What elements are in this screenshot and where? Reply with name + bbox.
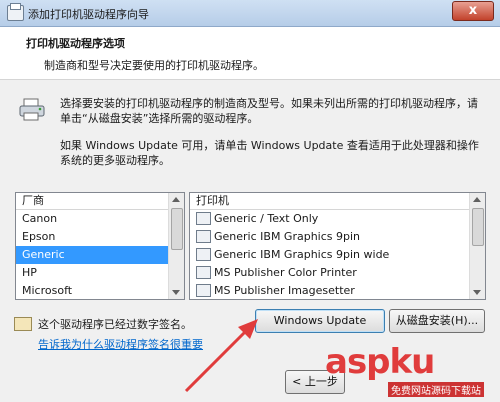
annotation-arrow-icon (184, 319, 258, 393)
manufacturer-item-selected[interactable]: Generic (16, 246, 184, 264)
manufacturer-item[interactable]: Canon (16, 210, 184, 228)
printer-item-label: Generic / Text Only (214, 212, 319, 225)
windows-update-description: 如果 Windows Update 可用，请单击 Windows Update … (60, 139, 479, 167)
manufacturer-scrollbar[interactable] (168, 193, 184, 299)
printer-item[interactable]: Generic IBM Graphics 9pin (190, 228, 485, 246)
page-subtitle: 制造商和型号决定要使用的打印机驱动程序。 (44, 59, 264, 72)
printer-item[interactable]: Generic / Text Only (190, 210, 485, 228)
watermark-caption: 免费网站源码下载站 (388, 382, 484, 397)
printer-item[interactable]: Generic IBM Graphics 9pin wide (190, 246, 485, 264)
windows-update-button[interactable]: Windows Update (255, 309, 385, 333)
manufacturer-column-header[interactable]: 厂商 (16, 193, 184, 210)
close-button[interactable]: x (452, 1, 494, 21)
printer-wizard-icon (7, 3, 24, 21)
watermark-logo: aspku (325, 342, 435, 382)
wizard-content: 选择要安装的打印机驱动程序的制造商及型号。如果未列出所需的打印机驱动程序，请单击… (0, 80, 500, 402)
window-title: 添加打印机驱动程序向导 (28, 8, 149, 21)
printer-driver-icon (196, 211, 211, 225)
digital-signature-icon (14, 317, 32, 331)
printer-item[interactable]: MS Publisher Color Printer (190, 264, 485, 282)
printer-driver-icon (196, 229, 211, 243)
manufacturer-listbox[interactable]: 厂商 Canon Epson Generic HP Microsoft (15, 192, 185, 300)
signature-importance-link[interactable]: 告诉我为什么驱动程序签名很重要 (38, 336, 203, 352)
description-text: 选择要安装的打印机驱动程序的制造商及型号。如果未列出所需的打印机驱动程序，请单击… (60, 97, 478, 125)
printer-driver-icon (196, 283, 211, 297)
page-title: 打印机驱动程序选项 (26, 37, 125, 50)
printer-driver-icon (196, 265, 211, 279)
printer-item-label: Generic IBM Graphics 9pin (214, 230, 361, 243)
printer-icon (19, 98, 45, 121)
have-disk-button[interactable]: 从磁盘安装(H)... (389, 309, 485, 333)
title-bar: 添加打印机驱动程序向导 x (0, 0, 500, 27)
printer-driver-icon (196, 247, 211, 261)
printer-item-label: MS Publisher Color Printer (214, 266, 357, 279)
manufacturer-item[interactable]: Epson (16, 228, 184, 246)
printer-scrollbar[interactable] (469, 193, 485, 299)
scroll-up-arrow-icon[interactable] (172, 197, 180, 202)
scroll-thumb[interactable] (472, 208, 484, 246)
scroll-thumb[interactable] (171, 208, 183, 250)
printer-listbox[interactable]: 打印机 Generic / Text Only Generic IBM Grap… (189, 192, 486, 300)
manufacturer-item[interactable]: Microsoft (16, 282, 184, 300)
wizard-header: 打印机驱动程序选项 制造商和型号决定要使用的打印机驱动程序。 (0, 27, 500, 80)
printer-item-label: MS Publisher Imagesetter (214, 284, 355, 297)
scroll-down-arrow-icon[interactable] (172, 290, 180, 295)
scroll-down-arrow-icon[interactable] (473, 290, 481, 295)
signature-status-text: 这个驱动程序已经过数字签名。 (38, 318, 192, 331)
printer-item[interactable]: MS Publisher Imagesetter (190, 282, 485, 300)
scroll-up-arrow-icon[interactable] (473, 197, 481, 202)
printer-item-label: Generic IBM Graphics 9pin wide (214, 248, 390, 261)
printer-column-header[interactable]: 打印机 (190, 193, 485, 210)
manufacturer-item[interactable]: HP (16, 264, 184, 282)
